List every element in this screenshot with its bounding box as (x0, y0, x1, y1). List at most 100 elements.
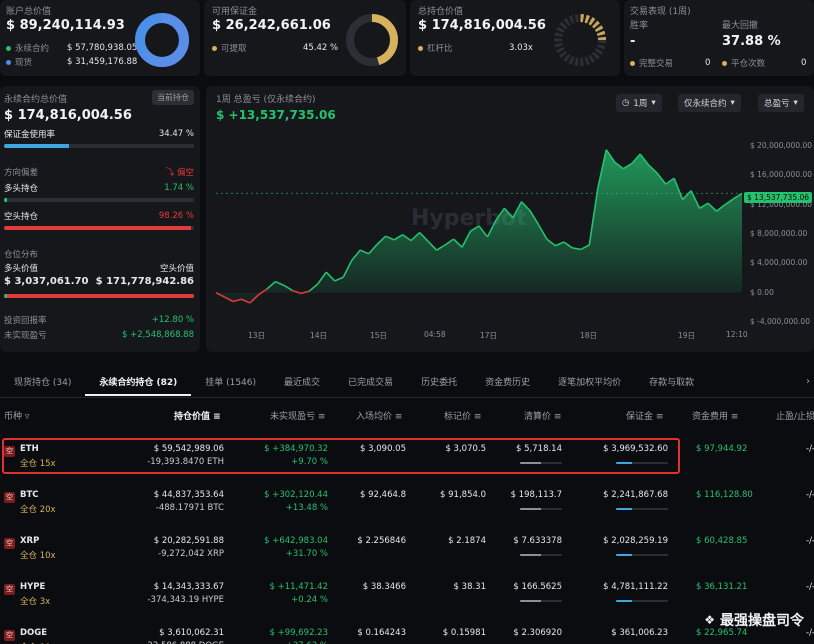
cell-funding: $ 116,128.80 (696, 490, 753, 500)
complete-dot-icon (630, 60, 635, 66)
col-mark[interactable]: 标记价 ≡ (444, 409, 481, 422)
cell-pnl_pct: +0.24 % (291, 595, 328, 605)
tabs-divider (0, 397, 814, 398)
margin-donut-chart (346, 14, 398, 66)
col-entry[interactable]: 入场均价 ≡ (356, 409, 402, 422)
cell-qty: -374,343.19 HYPE (147, 595, 224, 605)
perp-panel: 永续合约总价值 当前持仓 $ 174,816,004.56 保证金使用率 34.… (0, 86, 200, 352)
cell-margin: $ 2,241,867.68 (603, 490, 668, 500)
distribution-bar (4, 294, 194, 298)
col-pnl[interactable]: 未实现盈亏 ≡ (270, 409, 325, 422)
pnl-chart-panel: 1周 总盈亏 (仅永续合约) $ +13,537,735.06 ◷ 1周 ▾ 仅永续… (206, 86, 814, 352)
margin-mini-bar (616, 508, 668, 510)
brand-logo-icon: ❖ (704, 613, 715, 627)
short-side-icon: 空 (4, 492, 15, 503)
margin-mode: 全仓 10x (20, 551, 56, 561)
performance-card: 交易表现 (1周) 胜率 最大回撤 - 37.88 % 完整交易 0 平仓次数 … (624, 0, 814, 76)
col-liq-label: 清算价 (524, 412, 552, 422)
col-margin-label: 保证金 (626, 412, 654, 422)
leverage-value: 3.03x (509, 43, 533, 53)
cell-mark: $ 0.15981 (442, 628, 486, 638)
short-position-value: $ 171,778,942.86 (95, 276, 194, 287)
table-header: 币种 ▿ 持仓价值 ≡ 未实现盈亏 ≡ 入场均价 ≡ 标记价 ≡ 清算价 ≡ 保… (0, 404, 814, 426)
table-row[interactable]: 空 BTC 全仓 20x $ 44,837,353.64 -488.17971 BT… (0, 484, 814, 530)
cell-tpsl: -/- (806, 490, 814, 500)
spot-dot-icon (6, 59, 11, 65)
margin-used-value: 34.47 % (158, 129, 194, 139)
coin-name[interactable]: BTC (20, 490, 39, 500)
close-count-label: 平仓次数 (731, 59, 766, 69)
col-coin-label: 币种 (4, 412, 23, 422)
upnl-value: $ +2,548,868.88 (121, 330, 194, 340)
margin-used-bar (4, 144, 194, 148)
drawdown-value: 37.88 % (722, 34, 781, 49)
tab-2[interactable]: 挂单 (1546) (191, 370, 270, 396)
margin-mode: 全仓 20x (20, 505, 56, 515)
sort-icon: ≡ (394, 412, 403, 422)
legend-perp-label: 永续合约 (15, 44, 50, 54)
table-row[interactable]: 空 HYPE 全仓 3x $ 14,343,333.67 -374,343.19 H… (0, 576, 814, 622)
cell-funding: $ 60,428.85 (696, 536, 748, 546)
col-coin[interactable]: 币种 ▿ (4, 409, 29, 422)
cell-value: $ 44,837,353.64 (153, 490, 224, 500)
close-count-row: 平仓次数 0 (722, 57, 806, 69)
x-tick-label: 13日 (248, 331, 266, 340)
short-side-icon: 空 (4, 630, 15, 641)
chevron-right-icon[interactable]: › (806, 376, 810, 387)
sort-icon: ≡ (553, 412, 562, 422)
legend-perp-value: $ 57,780,938.05 (67, 43, 138, 53)
complete-trades-value: 0 (705, 58, 711, 68)
coin-name[interactable]: HYPE (20, 582, 45, 592)
cell-tpsl: -/- (806, 628, 814, 638)
table-row[interactable]: 空 DOGE 全仓 10x$ 3,610,062.31-22,586,888 D… (0, 622, 814, 644)
col-funding-label: 资金费用 (692, 412, 729, 422)
current-position-badge[interactable]: 当前持仓 (152, 90, 194, 105)
y-tick-label: $ -4,000,000.00 (750, 317, 810, 326)
leverage-label: 杠杆比 (427, 44, 453, 54)
pnl-line-segment (300, 290, 310, 295)
tab-8[interactable]: 存款与取款 (635, 370, 708, 396)
roi-row: 投资回报率 +12.80 % (4, 314, 194, 326)
tab-3[interactable]: 最近成交 (270, 370, 334, 396)
close-count-value: 0 (801, 58, 807, 68)
tab-0[interactable]: 现货持仓 (34) (0, 370, 85, 396)
winrate-value: - (630, 34, 636, 49)
col-liq[interactable]: 清算价 ≡ (524, 409, 561, 422)
coin-name[interactable]: XRP (20, 536, 39, 546)
dist-label-text: 仓位分布 (4, 250, 39, 260)
legend-spot: 现货 $ 31,459,176.88 (6, 56, 137, 68)
long-row: 多头持仓 1.74 % (4, 182, 194, 194)
holdings-label: 总持仓价值 (418, 7, 464, 17)
upnl-row: 未实现盈亏 $ +2,548,868.88 (4, 329, 194, 341)
cell-entry: $ 2.256846 (357, 536, 406, 546)
col-value[interactable]: 持仓价值 ≡ (174, 409, 221, 422)
margin-card: 可用保证金 $ 26,242,661.06 可提取 45.42 % (204, 0, 406, 76)
cell-pnl: $ +99,692.23 (269, 628, 329, 638)
tab-7[interactable]: 逐笔加权平均价 (544, 370, 635, 396)
upnl-label: 未实现盈亏 (4, 331, 47, 341)
coin-name[interactable]: DOGE (20, 628, 47, 638)
cell-liq: $ 198,113.7 (510, 490, 562, 500)
tab-5[interactable]: 历史委托 (407, 370, 471, 396)
col-funding[interactable]: 资金费用 ≡ (692, 409, 738, 422)
cell-tpsl: -/- (806, 536, 814, 546)
legend-spot-label: 现货 (15, 58, 33, 68)
roi-label: 投资回报率 (4, 316, 47, 326)
withdrawable-row: 可提取 45.42 % (212, 42, 338, 54)
account-value-card: 账户总价值 $ 89,240,114.93 永续合约 $ 57,780,938.… (0, 0, 200, 76)
cell-margin: $ 2,028,259.19 (603, 536, 668, 546)
col-margin[interactable]: 保证金 ≡ (626, 409, 663, 422)
cell-value: $ 14,343,333.67 (153, 582, 224, 592)
legend-spot-value: $ 31,459,176.88 (67, 57, 138, 67)
withdrawable-value: 45.42 % (303, 43, 339, 53)
long-label: 多头持仓 (4, 184, 39, 194)
cell-entry: $ 38.3466 (362, 582, 406, 592)
tab-6[interactable]: 资金费历史 (471, 370, 544, 396)
table-row[interactable]: 空 XRP 全仓 10x $ 20,282,591.88 -9,272,042 XR… (0, 530, 814, 576)
sort-icon: ≡ (730, 412, 739, 422)
winrate-label: 胜率 (630, 21, 649, 31)
footer-brand: ❖ 最强操盘司令 (704, 610, 804, 630)
cell-mark: $ 91,854.0 (440, 490, 486, 500)
tab-4[interactable]: 已完成交易 (334, 370, 407, 396)
tab-1[interactable]: 永续合约持仓 (82) (85, 370, 192, 396)
